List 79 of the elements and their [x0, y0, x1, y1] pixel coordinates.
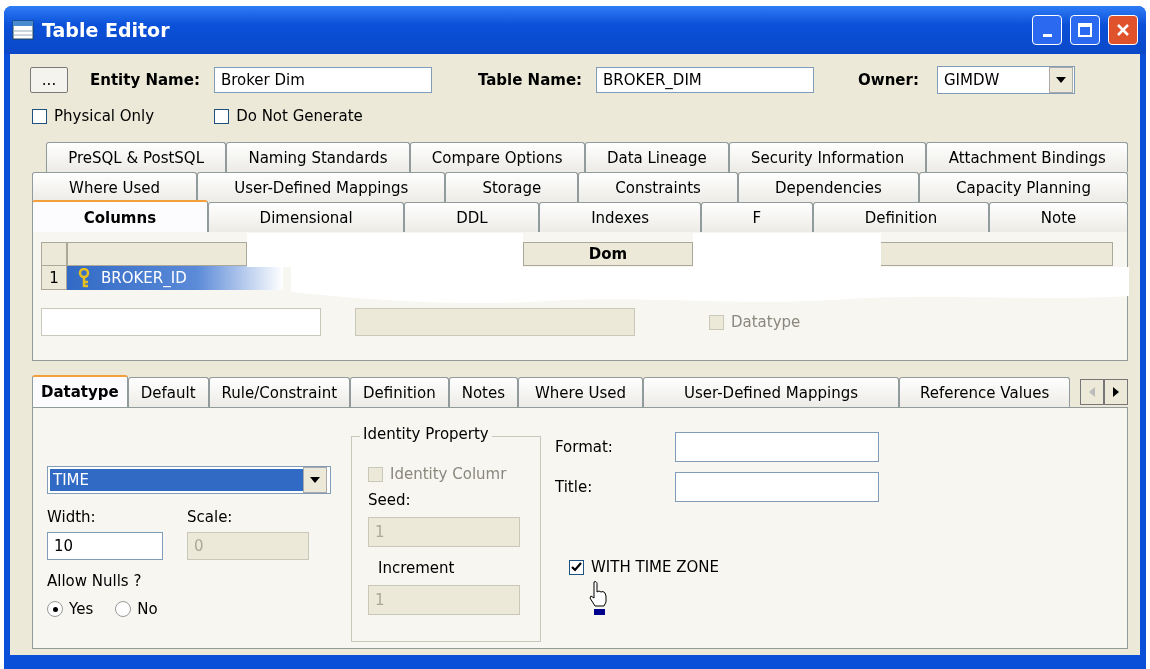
allow-nulls-label: Allow Nulls ? [47, 572, 143, 590]
title-field[interactable] [675, 472, 879, 502]
checkbox-label: WITH TIME ZONE [591, 558, 720, 576]
tab[interactable]: Reference Values [899, 377, 1071, 407]
tab[interactable]: Dimensional [207, 202, 405, 232]
width-field[interactable]: 10 [47, 532, 163, 560]
close-button[interactable] [1108, 15, 1138, 45]
minimize-icon [1042, 33, 1052, 37]
tab[interactable]: Note [989, 202, 1128, 232]
radio-button[interactable] [115, 601, 132, 617]
scroll-right-button[interactable] [1104, 379, 1129, 405]
owner-dropdown[interactable]: GIMDW [936, 66, 1075, 94]
table-window-icon [12, 20, 34, 40]
tab[interactable]: Dependencies [737, 172, 919, 202]
dropdown-arrow-icon [1055, 77, 1066, 83]
table-name-label: Table Name: [477, 71, 583, 89]
radio-label: Yes [69, 600, 94, 618]
minimize-button[interactable] [1032, 15, 1062, 45]
datatype-dropdown[interactable]: TIME [47, 466, 331, 494]
column-name-field[interactable] [41, 308, 321, 336]
tab[interactable]: Definition [350, 377, 449, 407]
entity-name-field[interactable]: Broker Dim [213, 67, 432, 93]
tab[interactable]: Notes [448, 377, 518, 407]
tab[interactable]: Where Used [32, 172, 198, 202]
radio-label: No [137, 600, 158, 618]
tab[interactable]: Columns [32, 200, 208, 233]
width-label: Width: [47, 508, 97, 526]
increment-label: Increment [378, 559, 456, 577]
checkbox[interactable] [569, 559, 584, 575]
tab[interactable]: Constraints [578, 172, 738, 202]
tab[interactable]: Rule/Constraint [208, 377, 351, 407]
hand-cursor-icon [588, 580, 610, 616]
checkbox[interactable] [32, 108, 47, 124]
checkbox-label: Physical Only [54, 107, 155, 125]
window-title: Table Editor [42, 19, 171, 41]
group-title: Identity Property [360, 425, 492, 443]
format-label: Format: [555, 438, 614, 456]
column-field[interactable] [355, 308, 635, 336]
column-header: Dom [523, 242, 693, 266]
checkbox-label: Identity Columr [390, 465, 507, 483]
tab[interactable]: Datatype [32, 375, 128, 407]
tab[interactable]: Attachment Bindings [926, 142, 1129, 172]
entity-name-label: Entity Name: [90, 71, 200, 89]
close-icon [1116, 23, 1130, 37]
checkbox-label: Datatype [731, 313, 801, 331]
table-name-field[interactable]: BROKER_DIM [596, 67, 815, 93]
tab[interactable]: Naming Standards [226, 142, 410, 172]
checkbox[interactable] [214, 108, 230, 124]
tab[interactable]: DDL [404, 202, 540, 232]
right-arrow-icon [1113, 387, 1120, 397]
grid-row[interactable]: BROKER_ID [67, 266, 283, 290]
owner-label: Owner: [858, 71, 919, 89]
grid-corner [41, 242, 67, 266]
tab[interactable]: Where Used [518, 377, 643, 407]
tab[interactable]: User-Defined Mappings [642, 377, 900, 407]
tab[interactable]: Capacity Planning [918, 172, 1128, 202]
radio-button[interactable] [47, 601, 63, 617]
tab[interactable]: F [700, 202, 813, 232]
tab[interactable]: Storage [445, 172, 579, 202]
tab[interactable]: Definition [812, 202, 989, 232]
format-field[interactable] [675, 432, 879, 462]
tab[interactable]: User-Defined Mappings [197, 172, 446, 202]
tab[interactable]: Default [127, 377, 209, 407]
dropdown-arrow-icon [310, 477, 320, 483]
scale-label: Scale: [187, 508, 234, 526]
tab[interactable]: Indexes [539, 202, 701, 232]
browse-button[interactable]: ... [30, 67, 68, 93]
row-number: 1 [41, 266, 67, 290]
seed-label: Seed: [368, 491, 412, 509]
title-label: Title: [555, 478, 594, 496]
left-arrow-icon [1089, 387, 1096, 397]
tab[interactable]: Security Information [728, 142, 927, 172]
checkbox-label: Do Not Generate [236, 107, 363, 125]
scroll-left-button[interactable] [1080, 379, 1105, 405]
tab[interactable]: Data Lineage [584, 142, 729, 172]
tab[interactable]: PreSQL & PostSQL [46, 142, 227, 172]
tab[interactable]: Compare Options [409, 142, 585, 172]
maximize-icon [1078, 23, 1092, 37]
maximize-button[interactable] [1070, 15, 1100, 45]
